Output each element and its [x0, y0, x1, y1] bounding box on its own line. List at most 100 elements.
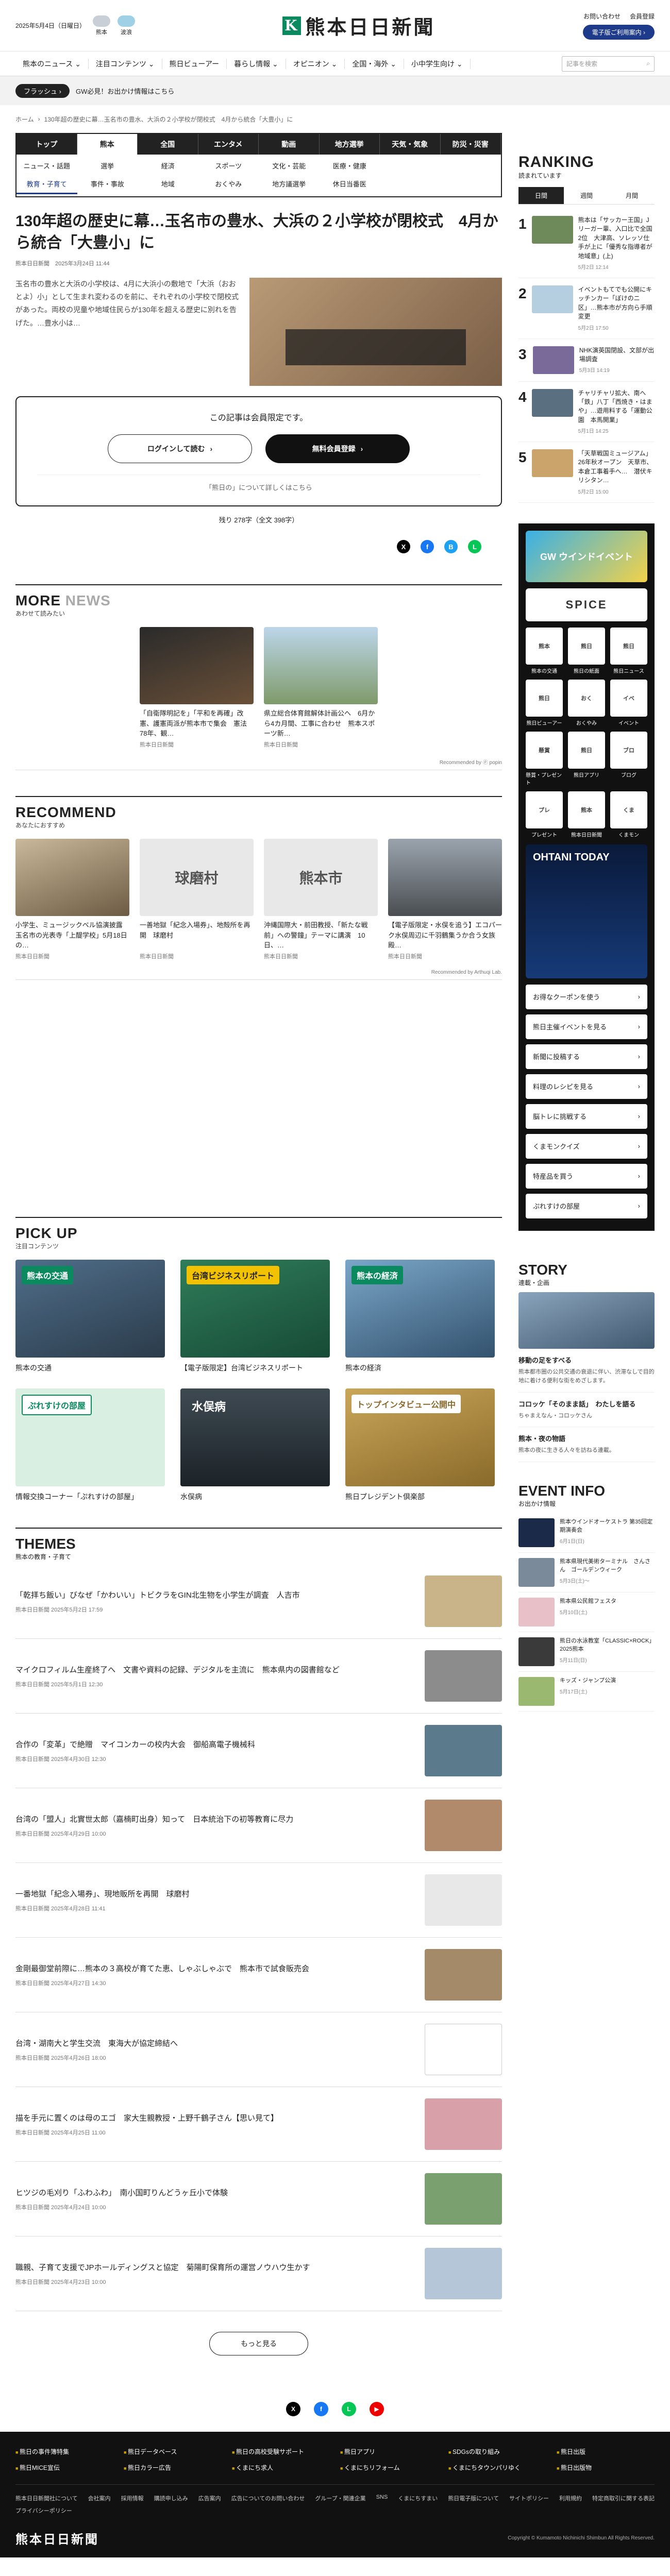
footer-link[interactable]: プライバシーポリシー — [15, 2506, 72, 2515]
footer-grid-link[interactable]: くまにちタウンパリゆく — [448, 2463, 546, 2472]
contact-link[interactable]: お問い合わせ — [583, 12, 621, 21]
footer-link[interactable]: 熊日電子版について — [448, 2494, 499, 2502]
gnav-item-kids[interactable]: 小中学生向け ⌄ — [404, 58, 471, 69]
service-icon[interactable]: プレ プレゼント — [526, 791, 563, 838]
recommend-card[interactable]: 球磨村 一善地獄「紀念入場券」、地殻所を再開 球磨村 熊本日日新聞 — [140, 839, 254, 960]
footer-grid-link[interactable]: くまにち求人 — [232, 2463, 330, 2472]
ohtani-today-banner[interactable]: OHTANI TODAY — [526, 844, 647, 978]
search-input[interactable]: 記事を検索 ⌕ — [562, 56, 655, 72]
footer-grid-link[interactable]: 熊日の事件簿特集 — [15, 2447, 113, 2456]
ranking-item[interactable]: 4 チャリチャリ拡大、南へ「鉄」八丁「西焼き・はまや」…遊用料する「運動公園 本馬… — [518, 382, 655, 443]
tab-video[interactable]: 動画 — [259, 134, 320, 155]
side-link[interactable]: 特産品を買う › — [526, 1163, 647, 1189]
pickup-item[interactable]: 台湾ビジネスリポート 【電子版限定】台湾ビジネスリポート — [180, 1260, 330, 1373]
event-item[interactable]: 熊本ウインドオーケストラ 第35回定期演奏会 6月1日(日) — [518, 1513, 655, 1553]
pickup-item[interactable]: 水俣病 水俣病 — [180, 1388, 330, 1502]
paper-guide-button[interactable]: 電子版ご利用案内 › — [582, 24, 655, 40]
story-image[interactable] — [518, 1292, 655, 1349]
pickup-item[interactable]: 熊本の交通 熊本の交通 — [15, 1260, 165, 1373]
theme-item[interactable]: 台湾の「盟人」北實世太郎（嘉楠町出身）知って 日本統治下の初等教育に尽力 熊本日日… — [15, 1788, 502, 1863]
footer-grid-link[interactable]: 熊日MICE宣伝 — [15, 2463, 113, 2472]
pickup-item[interactable]: ぷれすけの部屋 情報交換コーナー「ぷれすけの部屋」 — [15, 1388, 165, 1502]
footer-grid-link[interactable]: 熊日の高校受験サポート — [232, 2447, 330, 2456]
side-link[interactable]: 新聞に投稿する › — [526, 1044, 647, 1069]
ranking-tab-monthly[interactable]: 月間 — [609, 187, 655, 204]
ranking-item[interactable]: 1 熊本は「サッカー王国」Jリーガー輩、入口比で全国2位 大津高、ソレッソ仕手が上… — [518, 209, 655, 278]
recommend-card[interactable]: 【電子版限定・水俣を追う】エコパーク水俣周辺に千羽鶴集うか合う女族殿… 熊本日日… — [388, 839, 502, 960]
footer-logo[interactable]: 熊本日日新聞 — [15, 2529, 99, 2547]
search-icon[interactable]: ⌕ — [646, 60, 650, 67]
subtab-culture[interactable]: 文化・芸能 — [259, 157, 320, 175]
hatena-share-icon[interactable]: B — [444, 540, 458, 553]
gnav-item-featured[interactable]: 注目コンテンツ ⌄ — [89, 58, 162, 69]
themes-more-button[interactable]: もっと見る — [209, 2332, 308, 2355]
theme-item[interactable]: 職親、子育て支援でJPホールディングスと協定 菊陽町保育所の運営ノウハウ生かす熊… — [15, 2236, 502, 2311]
footer-link[interactable]: 利用規約 — [559, 2494, 582, 2502]
weather-widget[interactable]: 熊本 — [93, 15, 111, 36]
footer-grid-link[interactable]: くまにちリフォーム — [340, 2463, 438, 2472]
subtab-sports[interactable]: スポーツ — [198, 157, 259, 175]
service-icon[interactable]: くま くまモン — [610, 791, 647, 838]
subtab-obituary[interactable]: おくやみ — [198, 175, 259, 194]
gnav-item-national[interactable]: 全国・海外 ⌄ — [345, 58, 405, 69]
event-item[interactable]: 熊日の水泳教室「CLASSIC×ROCK」2025熊本 5月11日(日) — [518, 1632, 655, 1672]
theme-item[interactable]: マイクロフィルム生産終了へ 文書や資料の記録、デジタルを主流に 熊本県内の図書館… — [15, 1639, 502, 1714]
gnav-item-kumamoto-news[interactable]: 熊本のニュース ⌄ — [15, 58, 89, 69]
login-button[interactable]: ログインして読む › — [108, 434, 252, 463]
footer-link[interactable]: くまにちすまい — [398, 2494, 438, 2502]
theme-item[interactable]: 合作の「変革」で絶贈 マイコンカーの校内大会 御船高電子機械科 熊本日日新聞 20… — [15, 1714, 502, 1788]
tab-national[interactable]: 全国 — [138, 134, 198, 155]
side-link[interactable]: くまモンクイズ › — [526, 1133, 647, 1159]
service-icon[interactable]: 熊日 熊日ニュース — [610, 627, 647, 674]
side-link[interactable]: 料理のレシピを見る › — [526, 1074, 647, 1099]
service-icon[interactable]: 懸賞 懸賞・プレゼント — [526, 731, 563, 786]
ranking-tab-daily[interactable]: 日間 — [518, 187, 564, 204]
about-link[interactable]: 「熊日の」について詳しくはこちら — [205, 484, 312, 492]
footer-grid-link[interactable]: 熊日出版物 — [557, 2463, 655, 2472]
gw-banner[interactable]: GW ウインドイベント — [526, 530, 647, 582]
theme-item[interactable]: 描を手元に置くのは母のエゴ 家大生親教授・上野千鶴子さん【思い見て】 熊本日日新聞… — [15, 2087, 502, 2162]
subtab-incident[interactable]: 事件・事故 — [77, 175, 138, 194]
gnav-item-viewer[interactable]: 熊日ビューアー — [162, 58, 227, 69]
footer-link[interactable]: 広告案内 — [198, 2494, 221, 2502]
site-logo[interactable]: K 熊本日日新聞 — [282, 11, 435, 40]
story-item[interactable]: 移動の足をすべる 熊本都市圏の公共交通の衰退に伴い、渋滞なしで目的地に着ける便利な… — [518, 1349, 655, 1393]
theme-item[interactable]: 「乾拝ち飯い」びなぜ「かわいい」トビクラをGIN北生物を小学生が調査 人吉市 熊本… — [15, 1564, 502, 1639]
x-share-icon[interactable]: X — [397, 540, 410, 553]
breadcrumb-home[interactable]: ホーム — [15, 115, 34, 124]
footer-grid-link[interactable]: 熊日アプリ — [340, 2447, 438, 2456]
subtab-holiday-doctor[interactable]: 休日当番医 — [320, 175, 380, 194]
register-link[interactable]: 会員登録 — [630, 12, 655, 21]
side-link[interactable]: 熊日主催イベントを見る › — [526, 1014, 647, 1039]
footer-link[interactable]: グループ・関連企業 — [315, 2494, 365, 2502]
news-card[interactable]: 「自衛隊明記を」「平和を再確」改憲、護憲両派が熊本市で集会 憲法78年、観… 熊… — [140, 627, 254, 749]
subtab-education[interactable]: 教育・子育て — [16, 175, 77, 194]
footer-link[interactable]: 採用情報 — [121, 2494, 144, 2502]
subtab-local-assembly[interactable]: 地方議選挙 — [259, 175, 320, 194]
recommend-card[interactable]: 小学生、ミュージックベル協演披露 玉名市の光表寺「上醍学校」5月18日の… 熊本… — [15, 839, 129, 960]
line-icon[interactable]: L — [342, 2402, 356, 2416]
tab-entertainment[interactable]: エンタメ — [198, 134, 259, 155]
service-icon[interactable]: ブロ ブログ — [610, 731, 647, 786]
tab-disaster[interactable]: 防災・災害 — [441, 134, 501, 155]
theme-item[interactable]: ヒツジの毛刈り「ふわふわ」 南小国町りんどうヶ丘小で体験 熊本日日新聞 2025年… — [15, 2162, 502, 2236]
facebook-share-icon[interactable]: f — [421, 540, 434, 553]
service-icon[interactable]: 熊日 熊日ビューアー — [526, 679, 563, 726]
flash-tag[interactable]: フラッシュ › — [15, 83, 70, 98]
subtab-election[interactable]: 選挙 — [77, 157, 138, 175]
news-card[interactable]: 県立総合体育館解体計画公へ 6月から4カ月間、工事に合わせ 熊本スポーツ新… 熊… — [264, 627, 378, 749]
facebook-icon[interactable]: f — [314, 2402, 328, 2416]
youtube-icon[interactable]: ▶ — [370, 2402, 384, 2416]
subtab-health[interactable]: 医療・健康 — [320, 157, 380, 175]
footer-link[interactable]: 特定商取引に関する表記 — [592, 2494, 655, 2502]
tab-kumamoto[interactable]: 熊本 — [77, 134, 138, 155]
service-icon[interactable]: 熊日 熊日アプリ — [568, 731, 605, 786]
ranking-item[interactable]: 5 「天草戦国ミュージアム」26年秋オープン 天草市、本倉工事着手へ… 潜伏キリシ… — [518, 442, 655, 503]
side-link[interactable]: お得なクーポンを使う › — [526, 984, 647, 1009]
service-icon[interactable]: 熊本 熊本の交通 — [526, 627, 563, 674]
wave-widget[interactable]: 波浪 — [118, 15, 136, 36]
theme-item[interactable]: 台湾・湖南大と学生交流 東海大が協定締結へ 熊本日日新聞 2025年4月26日 1… — [15, 2012, 502, 2087]
theme-item[interactable]: 金剛最御堂前際に…熊本の３高校が育てた恵、しゃぶしゃぶで 熊本市で試食販売会 熊本… — [15, 1938, 502, 2012]
footer-grid-link[interactable]: SDGsの取り組み — [448, 2447, 546, 2456]
story-item[interactable]: コロッケ「そのまま話」 わたしを語る ちゃまえなん・コロッケさん — [518, 1393, 655, 1428]
